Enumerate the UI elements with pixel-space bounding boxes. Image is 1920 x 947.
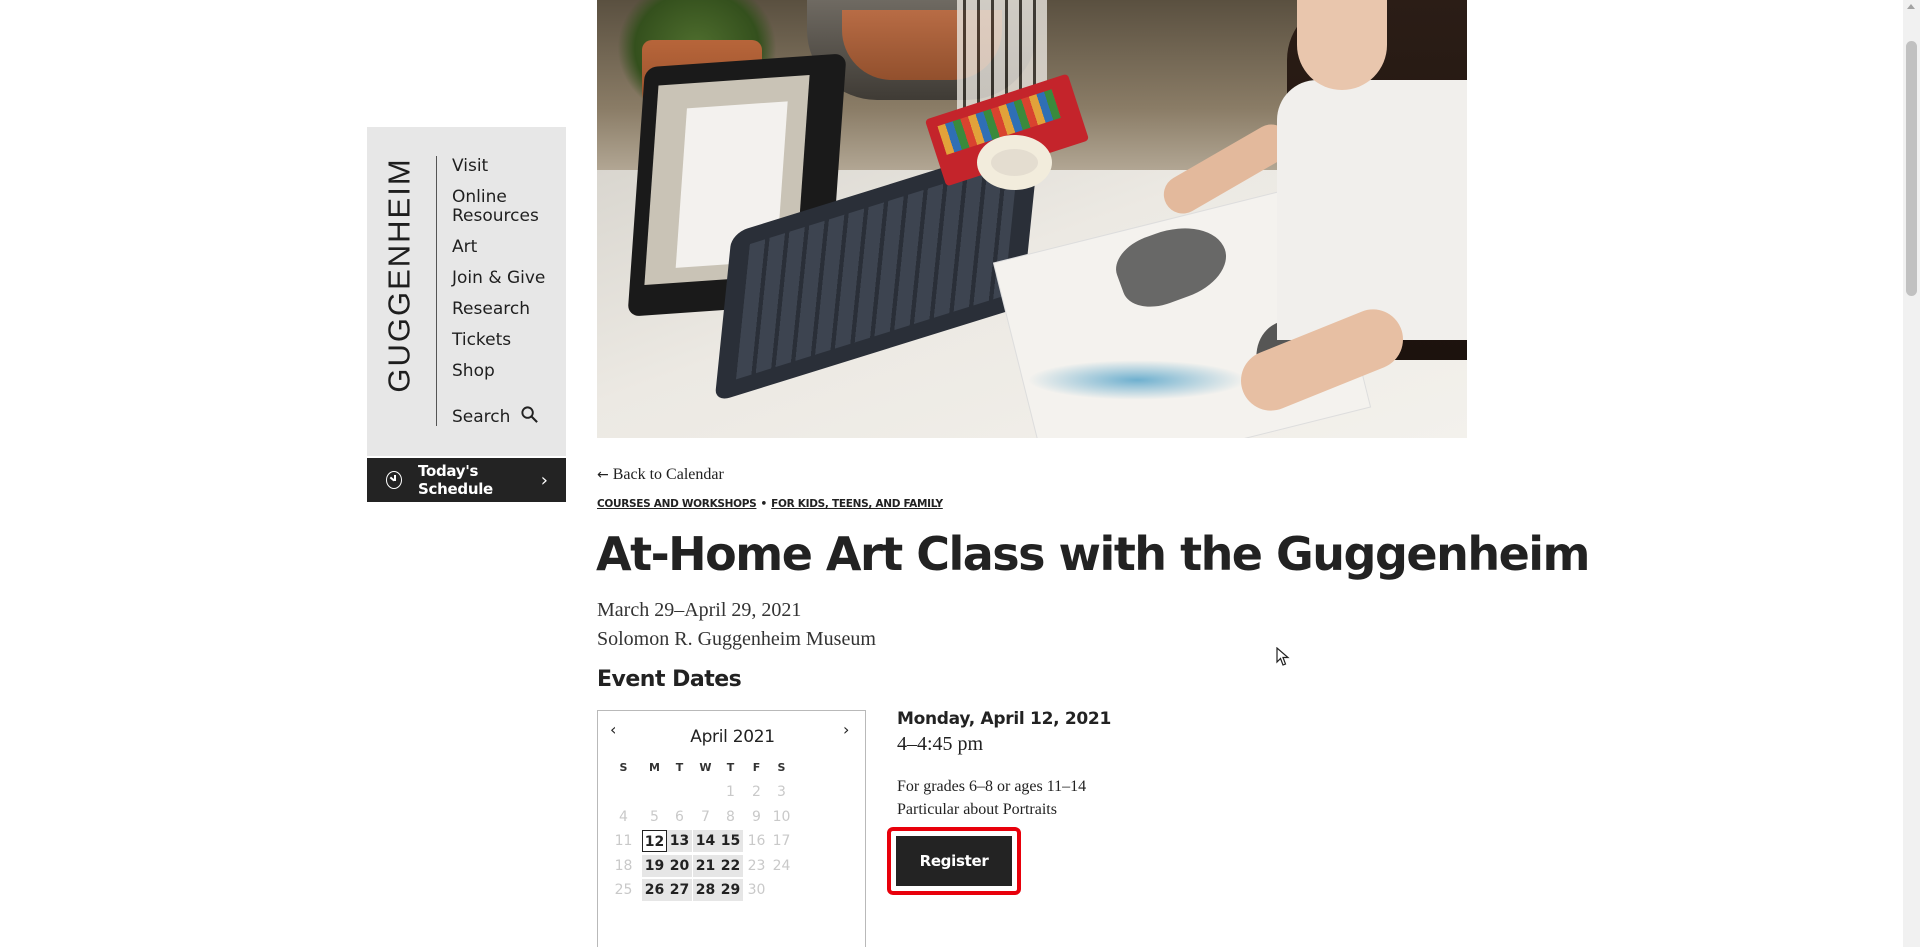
calendar-day-13[interactable]: 13 — [667, 830, 692, 852]
calendar-day-4: 4 — [619, 809, 628, 825]
calendar-day-17: 17 — [772, 833, 791, 849]
calendar-next-button[interactable]: › — [843, 720, 849, 739]
calendar-day-7: 7 — [701, 809, 710, 825]
calendar-day-5: 5 — [650, 809, 659, 825]
chevron-right-icon: › — [540, 469, 548, 491]
event-categories: COURSES AND WORKSHOPS • FOR KIDS, TEENS, A… — [597, 498, 943, 510]
calendar-day-12[interactable]: 12 — [642, 830, 667, 852]
calendar-day-11: 11 — [614, 833, 633, 849]
event-meta: March 29–April 29, 2021 Solomon R. Gugge… — [597, 596, 876, 654]
search-icon — [520, 405, 539, 429]
todays-schedule-button[interactable]: Today's Schedule › — [367, 458, 566, 502]
nav-item-online-resources[interactable]: Online Resources — [452, 188, 562, 226]
event-location: Solomon R. Guggenheim Museum — [597, 628, 876, 650]
calendar-day-24: 24 — [772, 858, 791, 874]
scroll-up-arrow-icon[interactable] — [1907, 4, 1915, 9]
calendar-day-8: 8 — [726, 809, 735, 825]
calendar-day-1: 1 — [726, 784, 735, 800]
nav-item-research[interactable]: Research — [452, 300, 562, 319]
calendar-day-19[interactable]: 19 — [642, 855, 667, 877]
nav-divider — [436, 156, 437, 426]
back-to-calendar-link[interactable]: ← Back to Calendar — [597, 466, 724, 484]
session-time: 4–4:45 pm — [897, 733, 984, 755]
event-dates-heading: Event Dates — [597, 667, 742, 692]
calendar-day-18: 18 — [614, 858, 633, 874]
logo-wordmark[interactable]: GUGGENHEIM — [382, 157, 418, 392]
nav-item-join-give[interactable]: Join & Give — [452, 269, 562, 288]
calendar-day-14[interactable]: 14 — [693, 830, 718, 852]
nav-item-art[interactable]: Art — [452, 238, 562, 257]
calendar-day-2: 2 — [752, 784, 761, 800]
nav-item-shop[interactable]: Shop — [452, 362, 562, 381]
session-grades: For grades 6–8 or ages 11–14 — [897, 778, 1087, 795]
mouse-cursor-icon — [1276, 647, 1290, 666]
calendar-day-29[interactable]: 29 — [718, 879, 743, 901]
event-date-range: March 29–April 29, 2021 — [597, 599, 802, 621]
category-separator: • — [760, 498, 768, 510]
event-calendar: ‹ April 2021 › S M T W T F S 1 2 3 4 5 6 7 8 9 10 11 12 13 1… — [597, 710, 866, 947]
nav-item-tickets[interactable]: Tickets — [452, 331, 562, 350]
nav-search[interactable]: Search — [452, 405, 539, 429]
calendar-day-16: 16 — [747, 833, 766, 849]
calendar-day-23: 23 — [747, 858, 766, 874]
search-label: Search — [452, 407, 511, 427]
todays-schedule-label: Today's Schedule — [418, 462, 493, 498]
scroll-thumb[interactable] — [1906, 41, 1917, 296]
calendar-day-25: 25 — [614, 882, 633, 898]
hero-image — [597, 0, 1467, 438]
calendar-day-10: 10 — [772, 809, 791, 825]
register-button[interactable]: Register — [896, 836, 1012, 886]
session-topic: Particular about Portraits — [897, 801, 1057, 818]
calendar-day-15[interactable]: 15 — [718, 830, 743, 852]
guggenheim-logo[interactable]: GUGGENHEIM — [380, 157, 420, 392]
calendar-day-27[interactable]: 27 — [667, 879, 692, 901]
category-kids-teens-family[interactable]: FOR KIDS, TEENS, AND FAMILY — [771, 498, 943, 510]
calendar-day-22[interactable]: 22 — [718, 855, 743, 877]
nav-item-visit[interactable]: Visit — [452, 157, 562, 176]
calendar-day-3: 3 — [777, 784, 786, 800]
page-title: At-Home Art Class with the Guggenheim — [596, 527, 1590, 581]
calendar-day-30: 30 — [747, 882, 766, 898]
calendar-day-9: 9 — [752, 809, 761, 825]
calendar-day-21[interactable]: 21 — [693, 855, 718, 877]
vertical-scrollbar[interactable] — [1903, 0, 1920, 947]
calendar-day-26[interactable]: 26 — [642, 879, 667, 901]
session-date: Monday, April 12, 2021 — [897, 709, 1111, 729]
nav-menu: Visit Online Resources Art Join & Give R… — [452, 157, 562, 393]
calendar-month-label: April 2021 — [690, 727, 775, 747]
weekday-header-sat: S — [777, 761, 786, 774]
back-link-label: Back to Calendar — [612, 466, 724, 483]
weekday-header-sun: S — [619, 761, 628, 774]
calendar-day-6: 6 — [675, 809, 684, 825]
calendar-day-20[interactable]: 20 — [667, 855, 692, 877]
arrow-left-icon: ← — [597, 467, 609, 483]
session-description: For grades 6–8 or ages 11–14 Particular … — [897, 775, 1086, 821]
category-courses-workshops[interactable]: COURSES AND WORKSHOPS — [597, 498, 757, 510]
clock-icon — [386, 471, 403, 489]
calendar-day-28[interactable]: 28 — [693, 879, 718, 901]
